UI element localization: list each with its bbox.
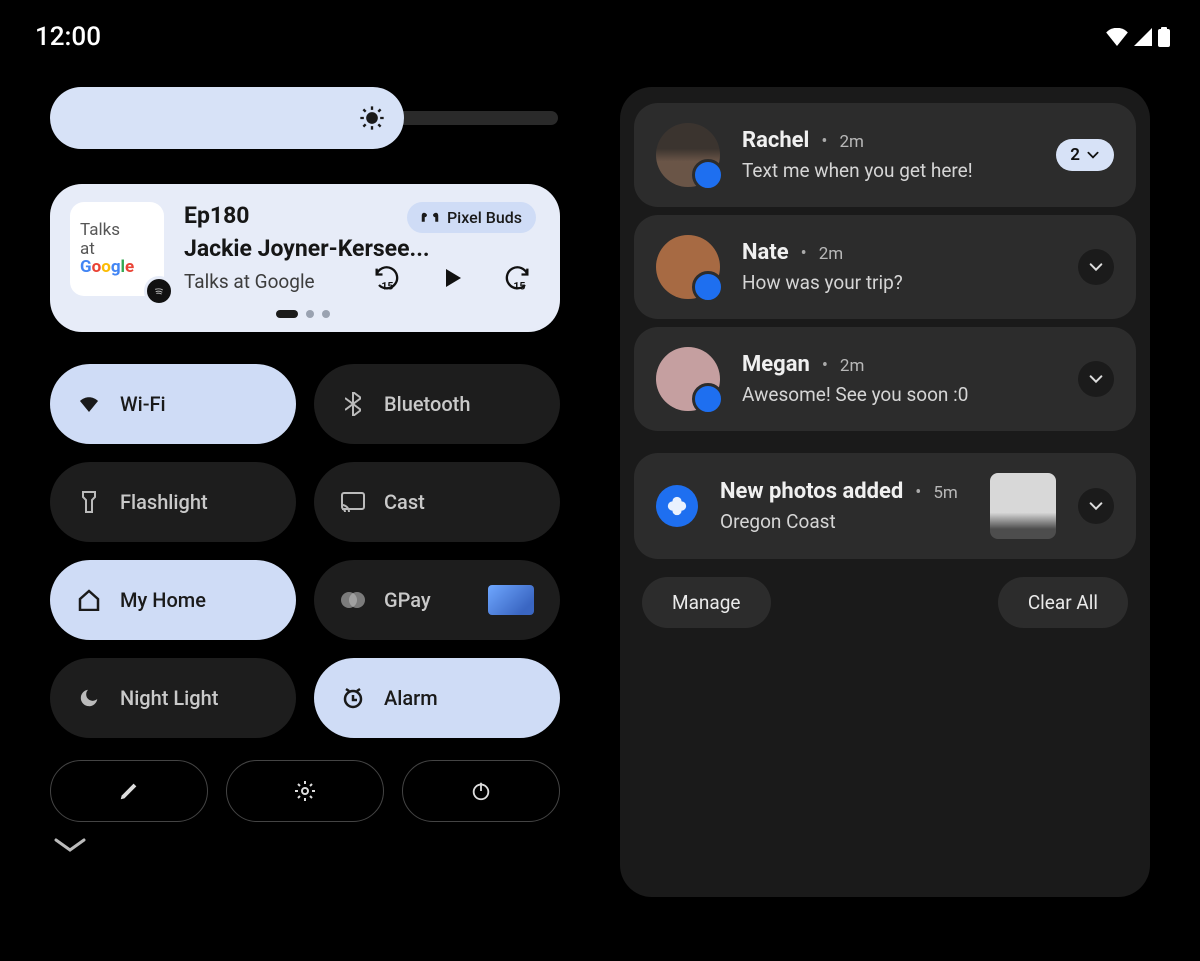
media-output-label: Pixel Buds <box>447 208 522 227</box>
notification-rachel[interactable]: Rachel • 2m Text me when you get here! 2 <box>634 103 1136 207</box>
qs-tile-cast[interactable]: Cast <box>314 462 560 542</box>
qs-label: GPay <box>384 588 431 612</box>
svg-text:15: 15 <box>381 280 393 292</box>
settings-button[interactable] <box>226 760 384 822</box>
qs-label: Cast <box>384 490 425 514</box>
notification-panel: Rachel • 2m Text me when you get here! 2… <box>620 87 1150 897</box>
qs-label: Bluetooth <box>384 392 470 416</box>
pencil-icon <box>118 780 140 802</box>
rewind-15-icon[interactable]: 15 <box>372 264 400 292</box>
qs-tile-nightlight[interactable]: Night Light <box>50 658 296 738</box>
cast-icon <box>340 492 366 512</box>
qs-label: Alarm <box>384 686 438 710</box>
status-bar: 12:00 <box>0 0 1200 62</box>
notification-body: Awesome! See you soon :0 <box>742 383 1056 406</box>
gear-icon <box>293 779 317 803</box>
manage-notifications-button[interactable]: Manage <box>642 577 771 628</box>
gpay-icon <box>340 591 366 609</box>
power-icon <box>470 780 492 802</box>
alarm-icon <box>340 686 366 710</box>
notification-body: Text me when you get here! <box>742 159 1034 182</box>
notification-time: 2m <box>840 356 864 376</box>
notification-body: How was your trip? <box>742 271 1056 294</box>
notification-time: 2m <box>819 244 843 264</box>
brightness-icon <box>358 104 386 132</box>
notification-sender: Nate <box>742 240 789 265</box>
brightness-slider[interactable] <box>50 87 560 149</box>
moon-icon <box>76 687 102 709</box>
status-time: 12:00 <box>35 22 101 52</box>
qs-tile-bluetooth[interactable]: Bluetooth <box>314 364 560 444</box>
play-icon[interactable] <box>440 266 464 290</box>
notification-time: 5m <box>933 483 957 503</box>
qs-tile-gpay[interactable]: GPay <box>314 560 560 640</box>
google-logo-text: Google <box>80 258 154 277</box>
edit-tiles-button[interactable] <box>50 760 208 822</box>
media-player-card[interactable]: Talks at Google Ep180 Pixel Bu <box>50 184 560 332</box>
notification-group-count[interactable]: 2 <box>1056 139 1114 171</box>
media-output-chip[interactable]: Pixel Buds <box>407 202 536 233</box>
photo-thumbnail <box>990 473 1056 539</box>
wifi-icon <box>76 394 102 414</box>
status-icons <box>1106 27 1170 47</box>
notification-nate[interactable]: Nate • 2m How was your trip? <box>634 215 1136 319</box>
notification-megan[interactable]: Megan • 2m Awesome! See you soon :0 <box>634 327 1136 431</box>
avatar <box>656 123 720 187</box>
expand-button[interactable] <box>1078 249 1114 285</box>
qs-label: My Home <box>120 588 206 612</box>
payment-card-icon <box>488 585 534 615</box>
album-text-1: Talks <box>80 221 154 240</box>
avatar <box>656 347 720 411</box>
photos-app-icon <box>656 485 698 527</box>
spotify-icon <box>144 276 174 306</box>
notification-body: Oregon Coast <box>720 510 968 533</box>
media-album-art: Talks at Google <box>70 202 164 296</box>
power-button[interactable] <box>402 760 560 822</box>
media-title: Ep180 <box>184 202 249 229</box>
wifi-status-icon <box>1106 28 1128 46</box>
media-artist: Jackie Joyner-Kersee... <box>184 235 536 262</box>
bluetooth-icon <box>340 392 366 416</box>
expand-button[interactable] <box>1078 488 1114 524</box>
avatar <box>656 235 720 299</box>
media-pager[interactable] <box>70 310 536 318</box>
svg-text:15: 15 <box>513 280 525 292</box>
notification-time: 2m <box>839 132 863 152</box>
earbuds-icon <box>421 211 439 225</box>
clear-all-button[interactable]: Clear All <box>998 577 1128 628</box>
notification-title: New photos added <box>720 479 903 504</box>
qs-tile-alarm[interactable]: Alarm <box>314 658 560 738</box>
notification-sender: Megan <box>742 352 810 377</box>
qs-tile-wifi[interactable]: Wi-Fi <box>50 364 296 444</box>
qs-label: Flashlight <box>120 490 208 514</box>
album-text-2: at <box>80 240 154 259</box>
expand-button[interactable] <box>1078 361 1114 397</box>
home-icon <box>76 589 102 611</box>
qs-tile-home[interactable]: My Home <box>50 560 296 640</box>
collapse-handle[interactable] <box>50 836 560 856</box>
forward-15-icon[interactable]: 15 <box>504 264 532 292</box>
qs-label: Night Light <box>120 686 218 710</box>
qs-label: Wi-Fi <box>120 392 166 416</box>
cellular-status-icon <box>1134 28 1152 46</box>
flashlight-icon <box>76 490 102 514</box>
notification-sender: Rachel <box>742 128 809 153</box>
qs-tile-flashlight[interactable]: Flashlight <box>50 462 296 542</box>
notification-photos[interactable]: New photos added • 5m Oregon Coast <box>634 453 1136 559</box>
battery-status-icon <box>1158 27 1170 47</box>
